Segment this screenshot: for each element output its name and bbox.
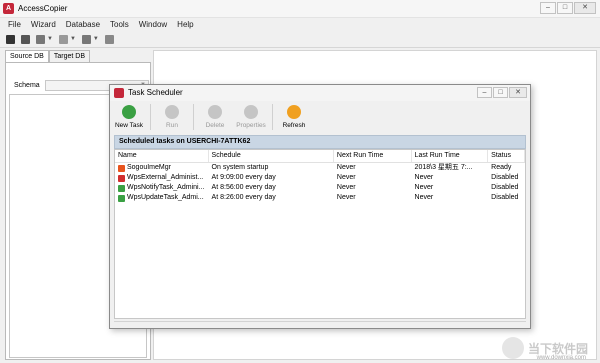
column-last-run-time[interactable]: Last Run Time: [412, 150, 489, 162]
task-icon: [118, 174, 125, 182]
dialog-maximize-button[interactable]: □: [493, 87, 508, 98]
main-titlebar: A AccessCopier – □ ✕: [0, 0, 600, 18]
task-row[interactable]: WpsUpdateTask_Admi... At 8:26:00 every d…: [115, 193, 525, 203]
task-last-run: Never: [414, 194, 434, 201]
task-status: Disabled: [491, 184, 519, 191]
refresh-label: Refresh: [282, 122, 306, 129]
column-schedule[interactable]: Schedule: [209, 150, 334, 162]
menu-bar: File Wizard Database Tools Window Help: [0, 18, 600, 31]
task-row[interactable]: WpsNotifyTask_Admini... At 8:56:00 every…: [115, 183, 525, 193]
task-name: SogouImeMgr: [127, 164, 171, 171]
database-icon[interactable]: [36, 34, 45, 44]
task-name-cell: SogouImeMgr: [115, 163, 209, 173]
task-next-run: Never: [336, 184, 356, 191]
grid-icon[interactable]: [104, 34, 114, 44]
task-name-cell: WpsExternal_Administ...: [115, 173, 209, 183]
tab-source-db[interactable]: Source DB: [5, 50, 49, 62]
watermark-text: 当下软件园: [527, 341, 588, 356]
refresh-button[interactable]: Refresh: [279, 103, 309, 129]
watermark-url: www.downxia.com: [536, 355, 586, 361]
new-task-label: New Task: [114, 122, 144, 129]
window-icon[interactable]: [81, 34, 91, 44]
menu-help[interactable]: Help: [177, 18, 193, 31]
window-controls: – □ ✕: [540, 2, 596, 14]
task-scheduler-icon: [114, 88, 124, 98]
chevron-down-icon[interactable]: ▼: [93, 36, 99, 42]
dialog-toolbar: New Task Run Delete Properties Refresh: [114, 103, 526, 133]
chevron-down-icon[interactable]: ▼: [47, 36, 53, 42]
task-name-cell: WpsUpdateTask_Admi...: [115, 193, 209, 203]
menu-database[interactable]: Database: [66, 18, 100, 31]
task-name: WpsExternal_Administ...: [127, 174, 204, 181]
task-status: Ready: [491, 164, 512, 171]
scheduled-tasks-header: Scheduled tasks on USERCHI-7ATTK62: [114, 135, 526, 149]
task-status: Disabled: [491, 174, 519, 181]
column-next-run-time[interactable]: Next Run Time: [334, 150, 412, 162]
task-icon: [118, 184, 125, 192]
column-status[interactable]: Status: [488, 150, 525, 162]
task-name-cell: WpsNotifyTask_Admini...: [115, 183, 209, 193]
maximize-button[interactable]: □: [557, 2, 573, 14]
dialog-window-controls: – □ ✕: [477, 87, 527, 98]
task-icon: [118, 164, 125, 172]
task-next-run: Never: [336, 194, 356, 201]
main-toolbar: ▼ ▼ ▼: [0, 31, 600, 48]
watermark-logo-icon: [501, 337, 524, 359]
menu-window[interactable]: Window: [139, 18, 167, 31]
dialog-minimize-button[interactable]: –: [477, 87, 492, 98]
task-schedule: At 8:56:00 every day: [211, 184, 276, 191]
accesscopier-icon: A: [3, 3, 14, 14]
delete-label: Delete: [205, 122, 225, 129]
properties-icon: [244, 105, 258, 119]
copy-icon[interactable]: [21, 34, 30, 44]
task-schedule: On system startup: [211, 164, 269, 171]
minimize-button[interactable]: –: [540, 2, 556, 14]
close-button[interactable]: ✕: [574, 2, 596, 14]
new-task-icon: [122, 105, 136, 119]
dialog-close-button[interactable]: ✕: [509, 87, 527, 98]
task-last-run: 2018\3 星期五 7:...: [414, 164, 473, 171]
dialog-titlebar: Task Scheduler – □ ✕: [110, 85, 530, 101]
menu-tools[interactable]: Tools: [110, 18, 129, 31]
delete-icon: [208, 105, 222, 119]
task-row[interactable]: SogouImeMgr On system startup Never 2018…: [115, 163, 525, 173]
db-tabs: Source DB Target DB: [5, 50, 151, 62]
column-name[interactable]: Name: [115, 150, 209, 162]
task-status: Disabled: [491, 194, 519, 201]
task-schedule: At 9:09:00 every day: [211, 174, 276, 181]
dialog-title: Task Scheduler: [128, 88, 183, 97]
properties-button[interactable]: Properties: [236, 103, 266, 129]
run-label: Run: [166, 122, 178, 129]
schedule-icon[interactable]: [58, 34, 68, 44]
refresh-icon: [287, 105, 301, 119]
task-scheduler-dialog: Task Scheduler – □ ✕ New Task Run Delete…: [109, 84, 531, 329]
task-list-header: Name Schedule Next Run Time Last Run Tim…: [115, 150, 525, 163]
chevron-down-icon[interactable]: ▼: [70, 36, 76, 42]
task-list[interactable]: Name Schedule Next Run Time Last Run Tim…: [114, 149, 526, 319]
window-title: AccessCopier: [18, 4, 68, 13]
task-name: WpsNotifyTask_Admini...: [127, 184, 205, 191]
properties-label: Properties: [236, 122, 266, 129]
new-task-button[interactable]: New Task: [114, 103, 144, 129]
tab-target-db[interactable]: Target DB: [48, 50, 90, 62]
task-next-run: Never: [336, 174, 356, 181]
run-button[interactable]: Run: [157, 103, 187, 129]
task-next-run: Never: [336, 164, 356, 171]
toolbar-separator: [150, 104, 151, 130]
menu-file[interactable]: File: [8, 18, 21, 31]
run-icon: [165, 105, 179, 119]
schema-label: Schema: [14, 82, 40, 89]
task-last-run: Never: [414, 174, 434, 181]
toolbar-separator: [193, 104, 194, 130]
task-schedule: At 8:26:00 every day: [211, 194, 276, 201]
toolbar-separator: [272, 104, 273, 130]
menu-wizard[interactable]: Wizard: [31, 18, 56, 31]
task-name: WpsUpdateTask_Admi...: [127, 194, 204, 201]
task-icon: [118, 194, 125, 202]
delete-button[interactable]: Delete: [200, 103, 230, 129]
task-row[interactable]: WpsExternal_Administ... At 9:09:00 every…: [115, 173, 525, 183]
task-last-run: Never: [414, 184, 434, 191]
dialog-status-strip: [114, 321, 526, 327]
user-icon[interactable]: [6, 34, 15, 44]
